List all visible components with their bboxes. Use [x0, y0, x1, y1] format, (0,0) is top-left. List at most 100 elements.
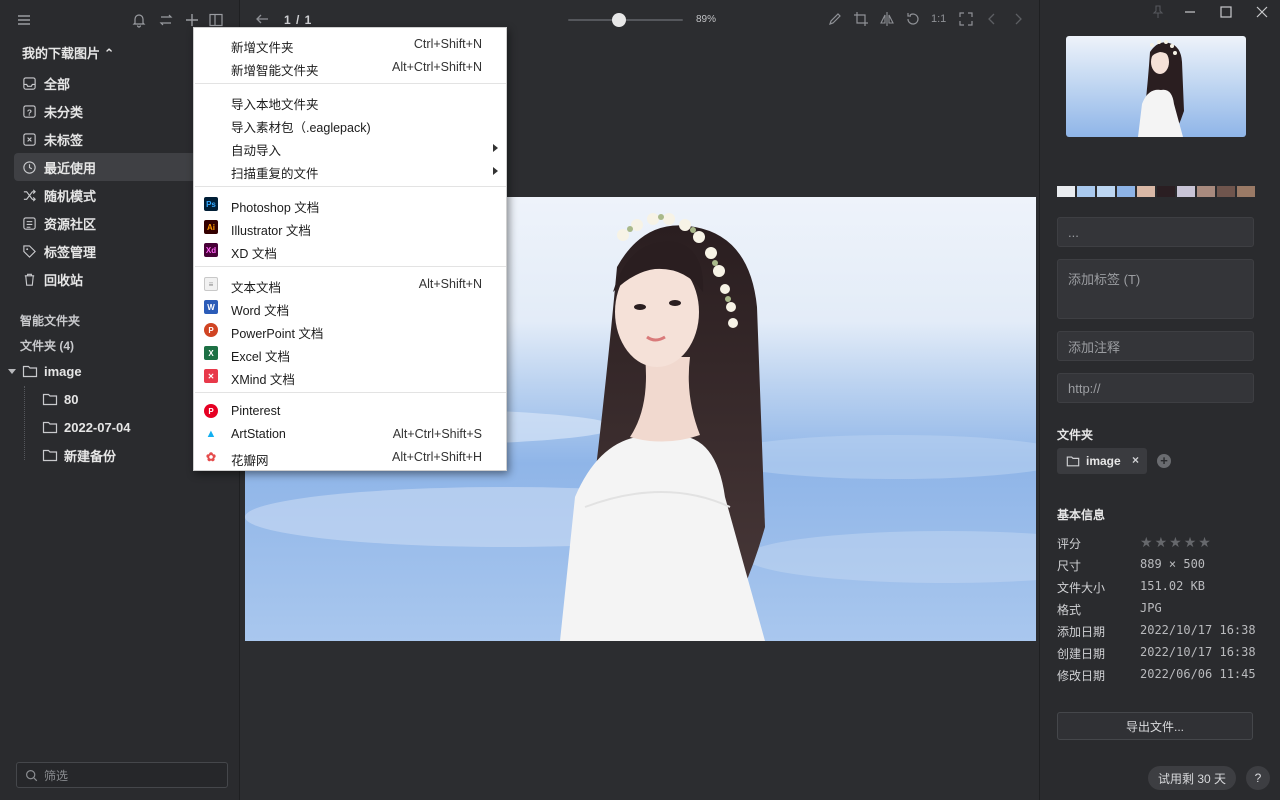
rating-row: 评分 ★ ★ ★ ★ ★ [1057, 535, 1267, 553]
sidebar-item-label: 回收站 [44, 272, 84, 288]
star-rating[interactable]: ★ ★ ★ ★ ★ [1140, 535, 1211, 549]
flip-icon[interactable] [879, 11, 895, 27]
menu-separator [195, 83, 506, 84]
menu-item-import-pack[interactable]: 导入素材包（.eaglepack) [194, 113, 506, 135]
rotate-icon[interactable] [905, 11, 921, 27]
crop-icon[interactable] [853, 11, 869, 27]
add-folder-button[interactable]: + [1157, 454, 1171, 468]
tags-field[interactable]: 添加标签 (T) [1057, 259, 1254, 319]
artstation-icon: ▲ [203, 426, 219, 442]
export-button[interactable]: 导出文件... [1057, 712, 1253, 740]
info-value: JPG [1140, 601, 1162, 615]
pin-icon[interactable] [1150, 4, 1166, 20]
actual-size-button[interactable]: 1:1 [931, 13, 946, 25]
menu-item-label: 花瓣网 [231, 454, 269, 468]
menu-item-auto-import[interactable]: 自动导入 [194, 136, 506, 158]
menu-item-new-folder[interactable]: 新增文件夹 Ctrl+Shift+N [194, 33, 506, 55]
note-field[interactable]: 添加注释 [1057, 331, 1254, 361]
menu-item-label: Word 文档 [231, 304, 290, 318]
menu-icon-badge: Xd [204, 243, 218, 257]
name-field[interactable]: ... [1057, 217, 1254, 247]
info-value: 2022/10/17 16:38 [1140, 623, 1256, 637]
menu-item-excel[interactable]: X Excel 文档 [194, 342, 506, 364]
menu-item-xmind[interactable]: ✕ XMind 文档 [194, 365, 506, 387]
smart-folders-title[interactable]: 智能文件夹 [20, 312, 80, 329]
menu-item-label: Photoshop 文档 [231, 201, 320, 215]
library-switcher[interactable]: 我的下载图片 ⌃ [22, 43, 115, 62]
note-placeholder: 添加注释 [1068, 339, 1121, 355]
xmind-icon: ✕ [203, 368, 219, 384]
color-swatch[interactable] [1177, 186, 1195, 197]
menu-item-artstation[interactable]: ▲ ArtStation Alt+Ctrl+Shift+S [194, 423, 506, 445]
bell-icon[interactable] [131, 12, 149, 30]
next-icon[interactable] [1010, 11, 1026, 27]
menu-item-scan-duplicates[interactable]: 扫描重复的文件 [194, 159, 506, 181]
xd-icon: Xd [203, 242, 219, 258]
info-key: 格式 [1057, 603, 1082, 617]
menu-icon-badge: X [204, 346, 218, 360]
menu-separator [195, 392, 506, 393]
sidebar-item-label: 随机模式 [44, 188, 97, 204]
trial-badge[interactable]: 试用剩 30 天 [1148, 766, 1236, 790]
menu-item-label: 自动导入 [231, 144, 282, 158]
folder-label: 2022-07-04 [64, 419, 131, 435]
inspector-panel: ... 添加标签 (T) 添加注释 http:// 文件夹 image × + … [1039, 0, 1280, 800]
menu-item-import-folder[interactable]: 导入本地文件夹 [194, 90, 506, 112]
excel-icon: X [203, 345, 219, 361]
star-icon[interactable]: ★ [1155, 535, 1168, 549]
color-swatch[interactable] [1137, 186, 1155, 197]
folder-label: 80 [64, 391, 79, 407]
text-document-icon: ≡ [203, 276, 219, 292]
minimize-icon[interactable] [1182, 4, 1198, 20]
clock-icon [22, 160, 37, 175]
info-key: 评分 [1057, 537, 1082, 551]
hamburger-menu-icon[interactable] [16, 12, 34, 30]
edit-pencil-icon[interactable] [827, 11, 843, 27]
info-key: 添加日期 [1057, 625, 1106, 639]
url-placeholder: http:// [1068, 380, 1101, 396]
menu-item-huaban[interactable]: ✿ 花瓣网 Alt+Ctrl+Shift+H [194, 446, 506, 468]
color-swatch[interactable] [1057, 186, 1075, 197]
back-arrow-icon[interactable] [254, 11, 270, 27]
url-field[interactable]: http:// [1057, 373, 1254, 403]
fullscreen-icon[interactable] [958, 11, 974, 27]
info-row-format: 格式 JPG [1057, 601, 1267, 619]
question-box-icon: ? [22, 104, 37, 119]
color-swatch[interactable] [1237, 186, 1255, 197]
close-icon[interactable] [1254, 4, 1270, 20]
filter-input[interactable]: 筛选 [16, 762, 228, 788]
folder-icon [1066, 454, 1080, 468]
folder-chip[interactable]: image × [1057, 448, 1147, 474]
chevron-down-icon[interactable] [8, 369, 16, 374]
previous-icon[interactable] [984, 11, 1000, 27]
maximize-icon[interactable] [1218, 4, 1234, 20]
menu-item-pinterest[interactable]: P Pinterest [194, 400, 506, 422]
help-button[interactable]: ? [1246, 766, 1270, 790]
menu-item-word[interactable]: W Word 文档 [194, 296, 506, 318]
zoom-slider-handle[interactable] [612, 13, 626, 27]
color-swatch[interactable] [1117, 186, 1135, 197]
color-swatch[interactable] [1217, 186, 1235, 197]
color-swatch[interactable] [1077, 186, 1095, 197]
menu-item-text-document[interactable]: ≡ 文本文档 Alt+Shift+N [194, 273, 506, 295]
menu-item-new-smart-folder[interactable]: 新增智能文件夹 Alt+Ctrl+Shift+N [194, 56, 506, 78]
basic-info-title: 基本信息 [1057, 508, 1106, 522]
folders-title[interactable]: 文件夹 (4) [20, 337, 74, 354]
menu-item-xd[interactable]: Xd XD 文档 [194, 239, 506, 261]
remove-folder-button[interactable]: × [1132, 453, 1139, 467]
menu-item-shortcut: Ctrl+Shift+N [413, 37, 482, 51]
menu-icon-badge: W [204, 300, 218, 314]
color-swatch[interactable] [1157, 186, 1175, 197]
menu-item-powerpoint[interactable]: P PowerPoint 文档 [194, 319, 506, 341]
trash-icon [22, 272, 37, 287]
color-swatch[interactable] [1197, 186, 1215, 197]
star-icon[interactable]: ★ [1169, 535, 1182, 549]
star-icon[interactable]: ★ [1140, 535, 1153, 549]
menu-item-photoshop[interactable]: Ps Photoshop 文档 [194, 193, 506, 215]
star-icon[interactable]: ★ [1198, 535, 1211, 549]
sync-arrows-icon[interactable] [158, 12, 176, 30]
star-icon[interactable]: ★ [1184, 535, 1197, 549]
menu-item-illustrator[interactable]: Ai Illustrator 文档 [194, 216, 506, 238]
color-swatch[interactable] [1097, 186, 1115, 197]
menu-item-label: Illustrator 文档 [231, 224, 311, 238]
